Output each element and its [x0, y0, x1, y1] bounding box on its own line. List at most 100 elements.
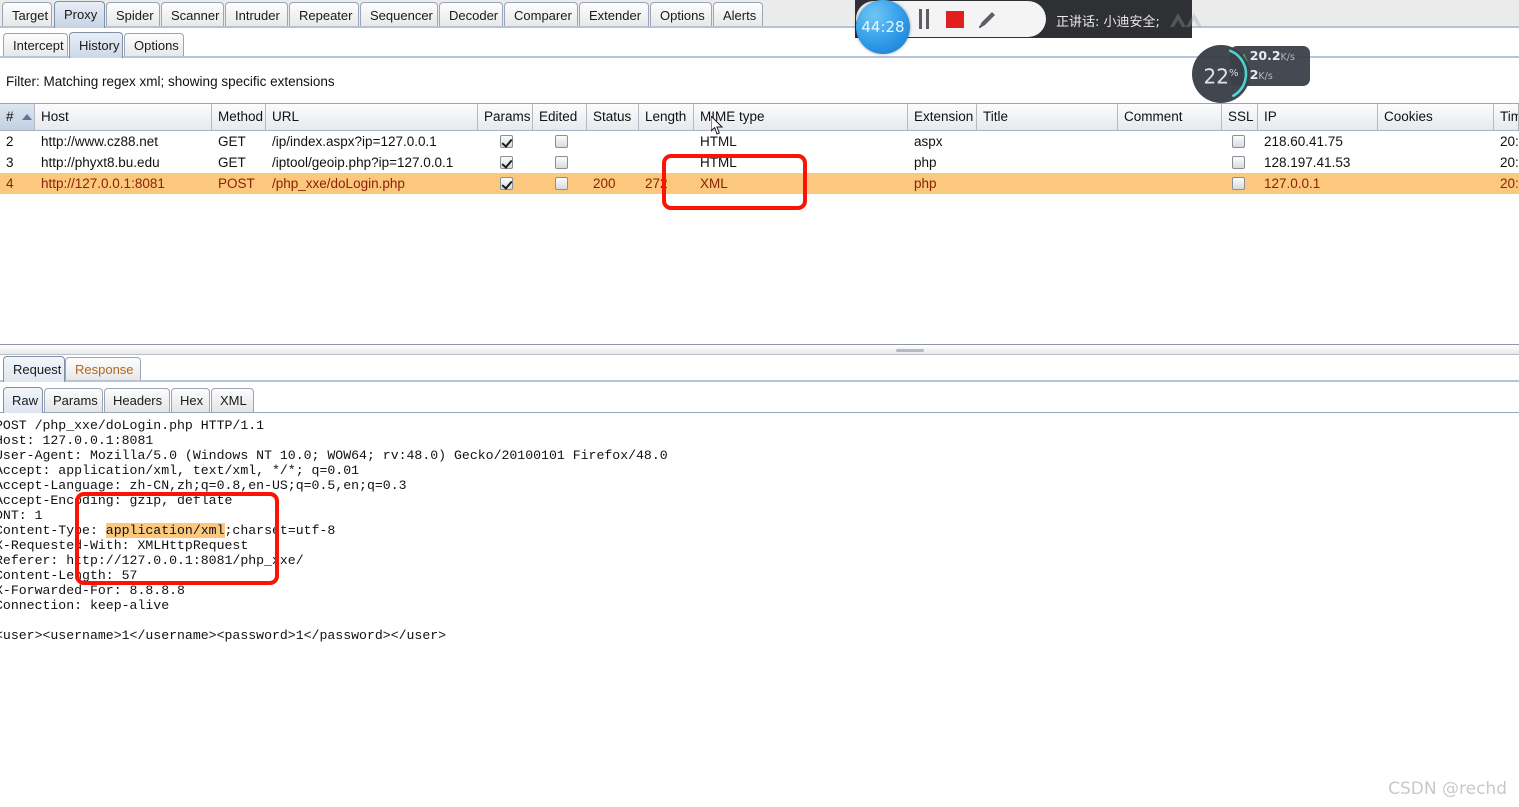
cell-mime-type: XML	[700, 176, 728, 191]
cell--: 3	[6, 155, 14, 170]
column-header-status[interactable]: Status	[587, 104, 639, 130]
main-tab-label: Target	[12, 8, 49, 23]
main-tab-label: Proxy	[64, 7, 98, 22]
proxy-tab-intercept[interactable]: Intercept	[3, 33, 68, 57]
main-tab-options[interactable]: Options	[650, 2, 712, 27]
request-response-tab-strip: Request Response	[0, 355, 1519, 382]
cell-ip: 127.0.0.1	[1264, 176, 1321, 191]
column-header--[interactable]: #	[0, 104, 35, 130]
column-header-params[interactable]: Params	[478, 104, 533, 130]
column-header-cookies[interactable]: Cookies	[1378, 104, 1494, 130]
checkbox-ssl[interactable]	[1232, 177, 1245, 190]
proxy-tab-options[interactable]: Options	[124, 33, 184, 57]
tab-request[interactable]: Request	[3, 356, 65, 382]
checkbox-edited[interactable]	[555, 135, 568, 148]
cell-ip: 218.60.41.75	[1264, 134, 1343, 149]
cell-url: /php_xxe/doLogin.php	[272, 176, 405, 191]
tab-response[interactable]: Response	[65, 357, 141, 381]
checkbox-edited[interactable]	[555, 156, 568, 169]
cell-title	[977, 152, 1118, 173]
cell-url: /iptool/geoip.php?ip=127.0.0.1	[272, 155, 454, 170]
table-header-row[interactable]: # Host Method URL Params Edited Status Length MI…	[0, 104, 1519, 131]
checkbox-edited[interactable]	[555, 177, 568, 190]
column-header-mime-type[interactable]: MIME type	[694, 104, 908, 130]
view-tab-hex[interactable]: Hex	[171, 388, 210, 412]
cell-time: 20:51	[1500, 176, 1519, 191]
view-tab-xml[interactable]: XML	[211, 388, 254, 412]
view-tab-label: Params	[53, 393, 98, 408]
request-line: POST /php_xxe/doLogin.php HTTP/1.1	[0, 418, 265, 433]
main-tab-extender[interactable]: Extender	[579, 2, 649, 27]
tab-label: Response	[75, 362, 134, 377]
main-tab-strip: Target Proxy Spider Scanner Intruder Repeater…	[0, 0, 1519, 28]
cell-method: GET	[218, 134, 246, 149]
upload-unit: K/s	[1280, 52, 1295, 63]
filter-label: Filter: Matching regex xml; showing spec…	[6, 74, 335, 89]
main-tab-label: Sequencer	[370, 8, 433, 23]
tab-label: Request	[13, 362, 62, 377]
request-line: Accept: application/xml, text/xml, */*; …	[0, 463, 360, 478]
checkbox-params[interactable]	[500, 177, 513, 190]
cell-time: 20:50	[1500, 134, 1519, 149]
view-tab-raw[interactable]: Raw	[3, 387, 43, 413]
main-tab-target[interactable]: Target	[2, 2, 52, 27]
main-tab-spider[interactable]: Spider	[106, 2, 160, 27]
cell-ip: 128.197.41.53	[1264, 155, 1351, 170]
main-tab-alerts[interactable]: Alerts	[713, 2, 763, 27]
screen-recorder-toolbar[interactable]: 44:28 正讲话: 小迪安全;	[856, 0, 1202, 54]
checkbox-params[interactable]	[500, 135, 513, 148]
pause-icon[interactable]	[919, 9, 933, 29]
cell-method: POST	[218, 176, 255, 191]
table-row[interactable]: 4 http://127.0.0.1:8081 POST/php_xxe/doLog…	[0, 173, 1519, 194]
request-line: Connection: keep-alive	[0, 598, 170, 613]
table-row[interactable]: 3 http://phyxt8.bu.edu GET/iptool/geoip.ph…	[0, 152, 1519, 173]
content-type-prefix: Content-Type:	[0, 523, 106, 538]
column-header-url[interactable]: URL	[266, 104, 478, 130]
logo-icon	[1166, 9, 1206, 31]
main-tab-intruder[interactable]: Intruder	[225, 2, 288, 27]
panel-splitter[interactable]	[0, 344, 1519, 355]
pen-icon[interactable]	[976, 9, 998, 31]
column-header-host[interactable]: Host	[35, 104, 212, 130]
table-empty-area	[0, 200, 1519, 344]
stop-icon[interactable]	[946, 11, 964, 28]
main-tab-decoder[interactable]: Decoder	[439, 2, 503, 27]
column-header-comment[interactable]: Comment	[1118, 104, 1222, 130]
request-message-editor[interactable]: POST /php_xxe/doLogin.php HTTP/1.1 Host: …	[0, 414, 1519, 807]
main-tab-proxy[interactable]: Proxy	[54, 1, 105, 28]
content-type-suffix: ;charset=utf-8	[224, 523, 336, 538]
proxy-tab-label: Options	[134, 38, 179, 53]
column-header-time[interactable]: Time	[1494, 104, 1519, 130]
request-line: <user><username>1</username><password>1<…	[0, 628, 447, 643]
splitter-grip[interactable]	[896, 349, 924, 352]
checkbox-params[interactable]	[500, 156, 513, 169]
request-line: User-Agent: Mozilla/5.0 (Windows NT 10.0…	[0, 448, 668, 463]
cell--: 2	[6, 134, 14, 149]
table-row[interactable]: 2 http://www.cz88.net GET/ip/index.aspx?ip…	[0, 131, 1519, 152]
checkbox-ssl[interactable]	[1232, 135, 1245, 148]
main-tab-scanner[interactable]: Scanner	[161, 2, 224, 27]
view-tab-headers[interactable]: Headers	[104, 388, 170, 412]
view-tab-params[interactable]: Params	[44, 388, 103, 412]
main-tab-label: Spider	[116, 8, 154, 23]
column-header-title[interactable]: Title	[977, 104, 1118, 130]
column-header-extension[interactable]: Extension	[908, 104, 977, 130]
cpu-usage-widget[interactable]: 22%	[1192, 45, 1250, 103]
cell-time: 20:50	[1500, 155, 1519, 170]
column-header-length[interactable]: Length	[639, 104, 694, 130]
main-tab-comparer[interactable]: Comparer	[504, 2, 578, 27]
column-header-edited[interactable]: Edited	[533, 104, 587, 130]
column-header-ip[interactable]: IP	[1258, 104, 1378, 130]
column-header-method[interactable]: Method	[212, 104, 266, 130]
cell-comment	[1118, 173, 1222, 194]
main-tab-repeater[interactable]: Repeater	[289, 2, 359, 27]
proxy-tab-history[interactable]: History	[69, 32, 123, 58]
cell-title	[977, 131, 1118, 152]
main-tab-sequencer[interactable]: Sequencer	[360, 2, 438, 27]
proxy-tab-label: History	[79, 38, 120, 53]
cell-length	[639, 152, 694, 173]
column-header-ssl[interactable]: SSL	[1222, 104, 1258, 130]
checkbox-ssl[interactable]	[1232, 156, 1245, 169]
download-unit: K/s	[1258, 71, 1273, 82]
proxy-history-table[interactable]: # Host Method URL Params Edited Status Length MI…	[0, 104, 1519, 200]
